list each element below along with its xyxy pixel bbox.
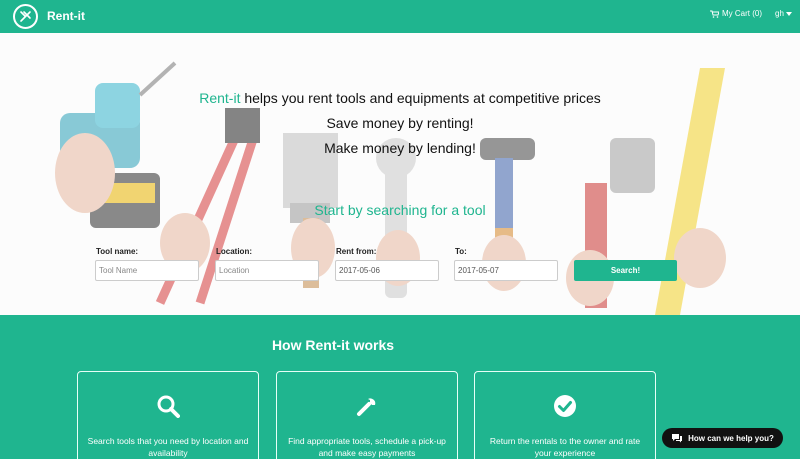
hero-headline-rest: helps you rent tools and equipments at c… <box>240 90 601 106</box>
user-menu[interactable]: gh <box>775 9 792 18</box>
hero-line-lend: Make money by lending! <box>324 140 476 156</box>
hero-section: Rent-it helps you rent tools and equipme… <box>0 33 800 315</box>
rent-to-input[interactable] <box>454 260 558 281</box>
tool-name-label: Tool name: <box>96 247 139 256</box>
rent-from-label: Rent from: <box>336 247 377 256</box>
chat-icon <box>672 434 683 443</box>
cart-icon <box>710 10 719 18</box>
navbar: Rent-it My Cart (0) gh <box>0 0 800 33</box>
caret-down-icon <box>785 11 792 16</box>
location-input[interactable] <box>215 260 319 281</box>
search-icon <box>157 395 180 418</box>
cart-label: My Cart (0) <box>722 9 762 18</box>
brand-name[interactable]: Rent-it <box>47 9 85 23</box>
location-label: Location: <box>216 247 252 256</box>
how-card-search: Search tools that you need by location a… <box>77 371 259 459</box>
logo-icon[interactable] <box>13 4 38 29</box>
search-button[interactable]: Search! <box>574 260 677 281</box>
help-chat-label: How can we help you? <box>688 433 774 443</box>
cart-link[interactable]: My Cart (0) <box>710 9 762 18</box>
check-circle-icon <box>554 395 576 417</box>
rent-to-label: To: <box>455 247 467 256</box>
how-card-text: Find appropriate tools, schedule a pick-… <box>288 436 446 458</box>
hero-headline-accent: Rent-it <box>199 90 241 106</box>
rent-from-input[interactable] <box>335 260 439 281</box>
how-it-works-title: How Rent-it works <box>271 337 395 353</box>
help-chat-button[interactable]: How can we help you? <box>662 428 783 448</box>
user-label: gh <box>775 9 784 18</box>
how-card-text: Search tools that you need by location a… <box>87 436 249 458</box>
how-card-find: Find appropriate tools, schedule a pick-… <box>276 371 458 459</box>
how-card-return: Return the rentals to the owner and rate… <box>474 371 656 459</box>
how-card-text: Return the rentals to the owner and rate… <box>489 436 641 458</box>
wrench-icon <box>357 398 376 416</box>
tool-name-input[interactable] <box>95 260 199 281</box>
hero-line-save: Save money by renting! <box>326 115 474 131</box>
search-cta: Start by searching for a tool <box>314 202 486 218</box>
hero-headline: Rent-it helps you rent tools and equipme… <box>0 90 800 106</box>
